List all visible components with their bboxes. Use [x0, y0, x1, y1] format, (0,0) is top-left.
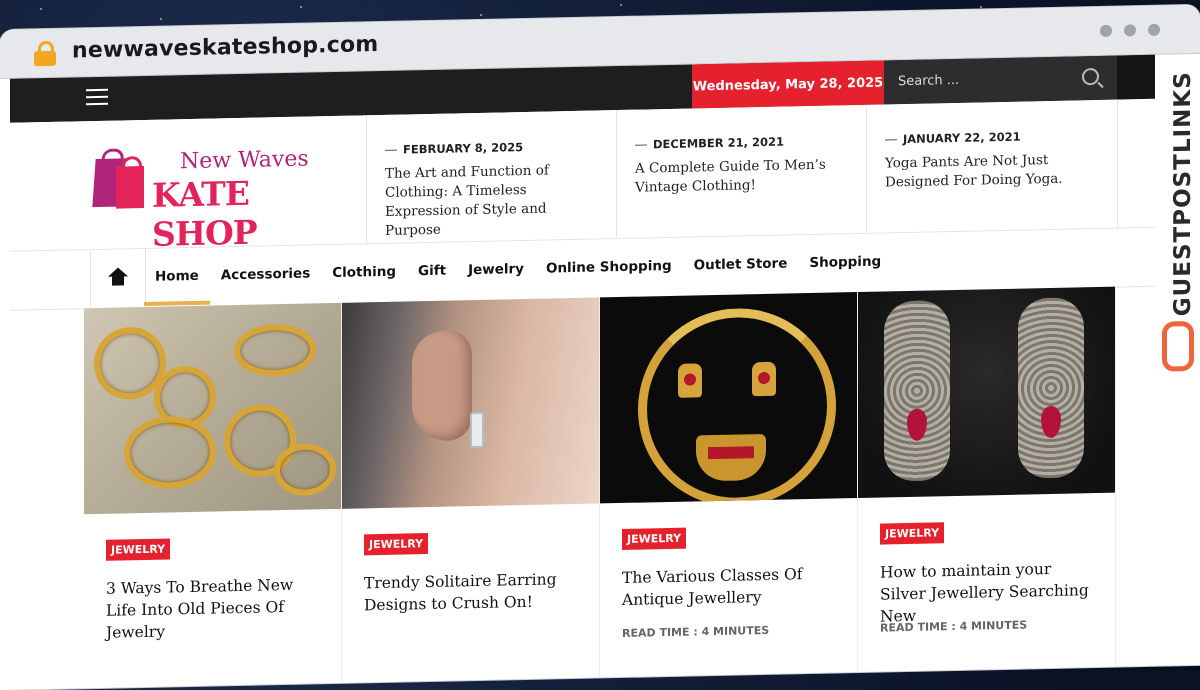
window-dot-icon[interactable]	[1148, 23, 1160, 36]
category-badge[interactable]: JEWELRY	[364, 533, 429, 556]
website: Wednesday, May 28, 2025 Search ... New W…	[10, 54, 1155, 311]
post-title[interactable]: How to maintain your Silver Jewellery Se…	[880, 557, 1100, 628]
nav-item-clothing[interactable]: Clothing	[321, 243, 407, 302]
category-badge[interactable]: JEWELRY	[622, 527, 687, 550]
search-box[interactable]: Search ...	[884, 55, 1117, 105]
headline-date: FEBRUARY 8, 2025	[385, 140, 523, 157]
post-card[interactable]: JEWELRY How to maintain your Silver Jewe…	[858, 286, 1116, 673]
window-dot-icon[interactable]	[1124, 24, 1136, 37]
site-header: New Waves KATE SHOP FEBRUARY 8, 2025 The…	[10, 98, 1155, 254]
shopping-bag-icon	[116, 165, 144, 209]
headline-item[interactable]: FEBRUARY 8, 2025 The Art and Function of…	[366, 110, 617, 244]
link-icon	[1162, 320, 1194, 372]
post-card[interactable]: JEWELRY Trendy Solitaire Earring Designs…	[342, 297, 600, 683]
nav-item-jewelry[interactable]: Jewelry	[457, 241, 535, 300]
post-title[interactable]: Trendy Solitaire Earring Designs to Crus…	[364, 568, 584, 617]
logo-text-bottom: KATE SHOP	[152, 173, 257, 254]
read-time: READ TIME : 4 MINUTES	[880, 618, 1028, 635]
category-badge[interactable]: JEWELRY	[880, 522, 945, 545]
watermark-text: GUESTPOSTLINKS	[1170, 70, 1196, 317]
nav-item-shopping[interactable]: Shopping	[798, 233, 892, 292]
home-button[interactable]	[90, 248, 146, 308]
earring-shape	[470, 411, 484, 449]
post-thumbnail[interactable]	[858, 286, 1115, 499]
guestpostlinks-watermark: GUESTPOSTLINKS	[1154, 61, 1200, 372]
site-logo[interactable]: New Waves KATE SHOP	[88, 138, 348, 254]
headline-title[interactable]: The Art and Function of Clothing: A Time…	[385, 160, 603, 241]
logo-text-top: New Waves	[180, 146, 309, 175]
headline-item[interactable]: DECEMBER 21, 2021 A Complete Guide To Me…	[616, 104, 867, 239]
nav-item-online-shopping[interactable]: Online Shopping	[535, 238, 683, 298]
headline-date: JANUARY 22, 2021	[885, 130, 1021, 147]
current-date: Wednesday, May 28, 2025	[692, 60, 884, 109]
nav-item-outlet-store[interactable]: Outlet Store	[683, 235, 799, 294]
nav-item-accessories[interactable]: Accessories	[210, 245, 321, 304]
nav-item-gift[interactable]: Gift	[407, 242, 457, 300]
headline-title[interactable]: Yoga Pants Are Not Just Designed For Doi…	[885, 150, 1103, 193]
headline-title[interactable]: A Complete Guide To Men’s Vintage Clothi…	[635, 155, 853, 198]
search-input[interactable]: Search ...	[898, 73, 959, 89]
post-thumbnail[interactable]	[342, 297, 599, 509]
post-card[interactable]: JEWELRY 3 Ways To Breathe New Life Into …	[84, 302, 342, 689]
lock-icon	[34, 40, 56, 67]
post-cards: JEWELRY 3 Ways To Breathe New Life Into …	[84, 286, 1116, 689]
post-thumbnail[interactable]	[600, 292, 857, 504]
window-controls	[1100, 23, 1160, 37]
search-icon[interactable]	[1082, 67, 1099, 86]
post-thumbnail[interactable]	[84, 302, 341, 515]
address-bar-url[interactable]: newwaveskateshop.com	[72, 32, 378, 63]
window-dot-icon[interactable]	[1100, 24, 1112, 37]
headline-date: DECEMBER 21, 2021	[635, 135, 784, 152]
hamburger-menu-icon[interactable]	[86, 88, 108, 110]
post-card[interactable]: JEWELRY The Various Classes Of Antique J…	[600, 292, 858, 678]
nav-item-home[interactable]: Home	[144, 248, 210, 306]
read-time: READ TIME : 4 MINUTES	[622, 623, 770, 640]
post-title[interactable]: 3 Ways To Breathe New Life Into Old Piec…	[106, 573, 326, 644]
browser-window: newwaveskateshop.com Wednesday, May 28, …	[0, 4, 1200, 690]
post-title[interactable]: The Various Classes Of Antique Jewellery	[622, 562, 842, 611]
topbar-extra	[1117, 54, 1155, 100]
home-icon	[108, 267, 128, 286]
category-badge[interactable]: JEWELRY	[106, 538, 171, 561]
headline-item[interactable]: JANUARY 22, 2021 Yoga Pants Are Not Just…	[866, 99, 1118, 233]
